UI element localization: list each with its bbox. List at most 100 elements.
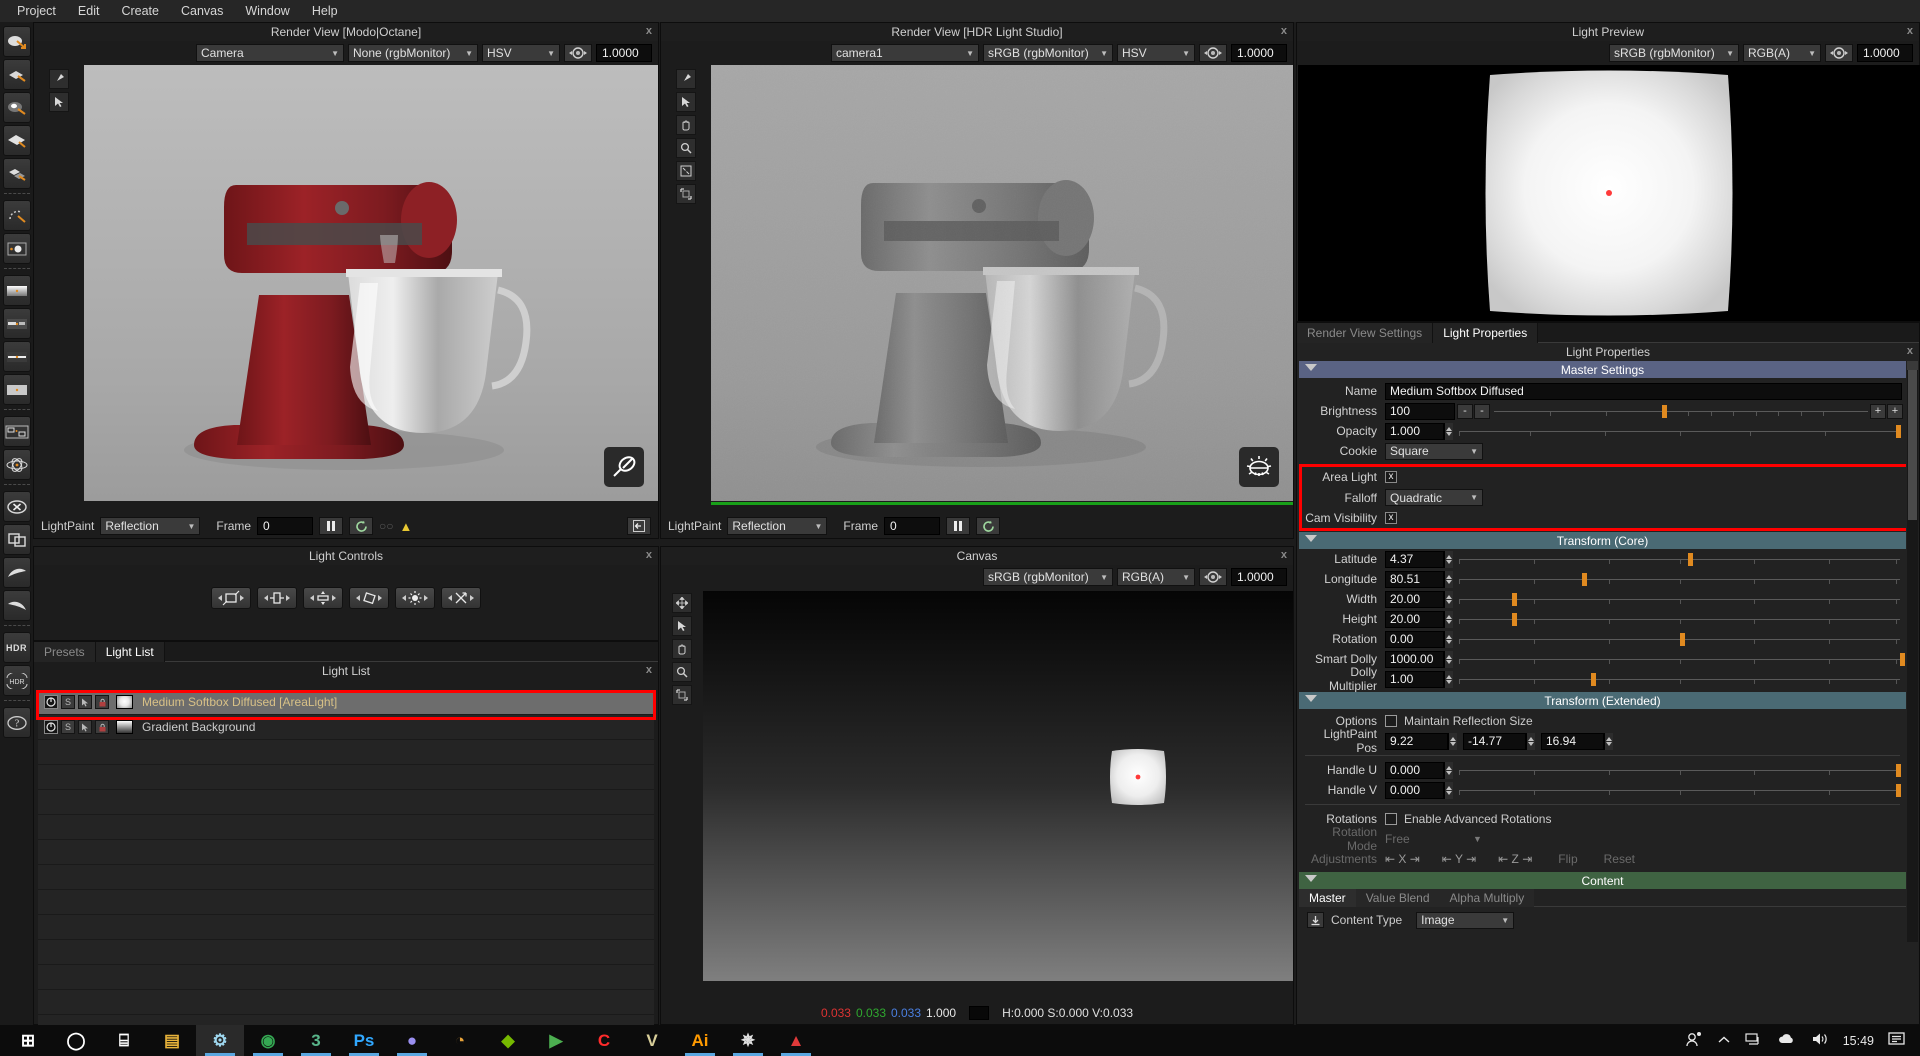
fit-icon[interactable] xyxy=(672,685,692,705)
lightpaint-pos-x-spinner[interactable] xyxy=(1448,732,1457,750)
param-stepper[interactable]: 0.00 xyxy=(1385,630,1453,648)
list-item[interactable]: S Gradient Background xyxy=(38,715,654,740)
cam-visibility-checkbox[interactable]: x xyxy=(1385,512,1397,524)
expand-icon[interactable] xyxy=(676,184,696,204)
tab-presets[interactable]: Presets xyxy=(34,642,96,662)
param-slider[interactable] xyxy=(1459,551,1900,568)
name-input[interactable]: Medium Softbox Diffused xyxy=(1385,382,1902,400)
select-icon[interactable] xyxy=(78,720,92,734)
light-properties-scrollbar[interactable] xyxy=(1907,361,1918,942)
canvas-channel-select[interactable]: RGB(A) ▼ xyxy=(1117,568,1195,586)
rotate-icon[interactable] xyxy=(349,587,389,609)
refresh-icon[interactable] xyxy=(976,517,1001,535)
enable-advanced-rotations-checkbox[interactable] xyxy=(1385,813,1397,825)
render-view-2-channel-select[interactable]: HSV ▼ xyxy=(1117,44,1195,62)
hdr-icon[interactable]: HDR xyxy=(2,632,31,663)
cookie-select[interactable]: Square ▼ xyxy=(1385,442,1483,460)
render-view-1-exposure-input[interactable]: 1.0000 xyxy=(596,44,652,62)
param-stepper[interactable]: 20.00 xyxy=(1385,610,1453,628)
list-item-empty[interactable] xyxy=(38,865,654,890)
solo-icon[interactable]: S xyxy=(61,695,75,709)
modo-button[interactable]: 3 xyxy=(292,1025,340,1056)
render-view-2-exposure-input[interactable]: 1.0000 xyxy=(1231,44,1287,62)
flip-button[interactable]: Flip xyxy=(1558,852,1577,866)
pause-icon[interactable] xyxy=(946,517,971,535)
help-icon[interactable]: ? xyxy=(2,707,31,738)
network-icon[interactable] xyxy=(1745,1032,1763,1049)
select-icon[interactable] xyxy=(78,695,92,709)
lightpaint-pos-z-spinner[interactable] xyxy=(1604,732,1613,750)
close-icon[interactable]: x xyxy=(646,25,652,37)
chevron-up-icon[interactable] xyxy=(1717,1034,1731,1048)
lightpaint-mode-select[interactable]: Reflection ▼ xyxy=(727,517,828,535)
light-preview-exposure-input[interactable]: 1.0000 xyxy=(1857,44,1913,62)
aperture-icon[interactable] xyxy=(564,44,592,62)
delete-icon[interactable] xyxy=(2,491,31,522)
list-item-empty[interactable] xyxy=(38,740,654,765)
param-input[interactable]: 1000.00 xyxy=(1385,650,1444,668)
hdr-rotate-icon[interactable]: HDR xyxy=(2,665,31,696)
brightness-plus-small-button[interactable]: + xyxy=(1870,403,1886,419)
maintain-reflection-size-checkbox[interactable] xyxy=(1385,715,1397,727)
canvas-colorspace-select[interactable]: sRGB (rgbMonitor) ▼ xyxy=(983,568,1113,586)
hand-icon[interactable] xyxy=(676,115,696,135)
list-item-empty[interactable] xyxy=(38,790,654,815)
power-icon[interactable] xyxy=(44,695,58,709)
lightpaint-reflection-icon[interactable] xyxy=(2,26,31,57)
tab-light-list[interactable]: Light List xyxy=(95,642,165,662)
section-header-transform-core[interactable]: Transform (Core) xyxy=(1299,532,1906,549)
onedrive-icon[interactable] xyxy=(1777,1032,1797,1049)
lightpaint-multi-icon[interactable] xyxy=(2,158,31,189)
area-light-checkbox[interactable]: x xyxy=(1385,470,1397,483)
collapse-icon[interactable] xyxy=(627,517,651,535)
move-icon[interactable] xyxy=(672,593,692,613)
param-spinner[interactable] xyxy=(1444,570,1453,588)
opacity-stepper[interactable]: 1.000 xyxy=(1385,422,1453,440)
warning-icon[interactable]: ▲ xyxy=(400,519,413,534)
canvas-exposure-input[interactable]: 1.0000 xyxy=(1231,568,1287,586)
param-slider[interactable] xyxy=(1459,782,1901,799)
slack-button[interactable]: ✵ xyxy=(724,1025,772,1056)
substance-button[interactable]: ● xyxy=(388,1025,436,1056)
list-item-empty[interactable] xyxy=(38,765,654,790)
opacity-slider[interactable] xyxy=(1459,423,1901,440)
render-view-2-viewport[interactable] xyxy=(711,65,1293,505)
close-icon[interactable]: x xyxy=(646,549,652,561)
strip-light-icon[interactable] xyxy=(2,308,31,339)
menu-item-edit[interactable]: Edit xyxy=(67,2,111,20)
refresh-icon[interactable] xyxy=(349,517,374,535)
nvidia-button[interactable]: ◆ xyxy=(484,1025,532,1056)
lightpaint-plane-icon[interactable] xyxy=(2,125,31,156)
list-item-empty[interactable] xyxy=(38,815,654,840)
brightness-icon[interactable] xyxy=(395,587,435,609)
render-view-1-colorspace-select[interactable]: None (rgbMonitor) ▼ xyxy=(348,44,478,62)
section-header-content[interactable]: Content xyxy=(1299,872,1906,889)
param-spinner[interactable] xyxy=(1444,670,1453,688)
light-preview-channel-select[interactable]: RGB(A) ▼ xyxy=(1743,44,1821,62)
param-slider[interactable] xyxy=(1459,631,1900,648)
param-spinner[interactable] xyxy=(1444,781,1453,799)
lock-icon[interactable] xyxy=(95,695,109,709)
render-view-1-viewport[interactable] xyxy=(84,65,658,501)
param-stepper[interactable]: 1000.00 xyxy=(1385,650,1453,668)
list-item[interactable]: S Medium Softbox Diffused [AreaLight] xyxy=(38,690,654,715)
rotation-mode-value[interactable]: Free xyxy=(1385,832,1473,846)
lightpaint-badge-icon[interactable] xyxy=(604,447,644,487)
start-button[interactable]: ⊞ xyxy=(4,1025,52,1056)
aperture-icon[interactable] xyxy=(1199,568,1227,586)
param-spinner[interactable] xyxy=(1444,761,1453,779)
task-view-button[interactable]: ⌸ xyxy=(100,1025,148,1056)
close-icon[interactable]: x xyxy=(646,664,652,676)
param-slider[interactable] xyxy=(1459,571,1900,588)
pointer-icon[interactable] xyxy=(49,92,69,112)
lightpaint-pos-z-input[interactable]: 16.94 xyxy=(1541,732,1604,750)
param-input[interactable]: 20.00 xyxy=(1385,590,1444,608)
axis-y-adjust[interactable]: ⇤ Y ⇥ xyxy=(1442,852,1476,866)
list-item-empty[interactable] xyxy=(38,915,654,940)
param-spinner[interactable] xyxy=(1444,610,1453,628)
menu-item-help[interactable]: Help xyxy=(301,2,349,20)
brightness-slider[interactable] xyxy=(1494,403,1868,420)
param-input[interactable]: 1.00 xyxy=(1385,670,1444,688)
brightness-plus-button[interactable]: + xyxy=(1887,403,1903,419)
param-stepper[interactable]: 0.000 xyxy=(1385,781,1453,799)
